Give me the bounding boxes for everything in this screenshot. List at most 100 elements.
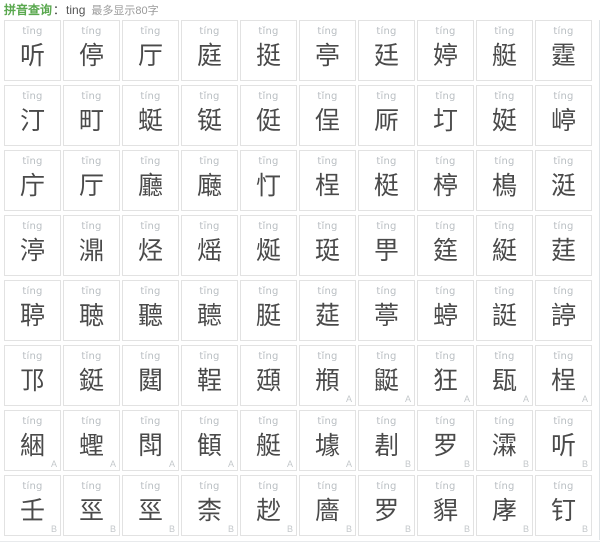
character-cell[interactable]: tǐng 珽 (299, 215, 356, 276)
character-cell[interactable]: tīng 閗 A (122, 410, 179, 471)
character-cell[interactable]: tíng 蟶 A (63, 410, 120, 471)
character-cell[interactable]: tīng 汀 (4, 85, 61, 146)
character-cell[interactable]: tǐng 艇 (476, 20, 533, 81)
character-cell[interactable]: tīng 听 B (535, 410, 592, 471)
character-cell[interactable]: tíng 蜓 (122, 85, 179, 146)
character-cell[interactable]: tíng 顀 A (181, 410, 238, 471)
cell-character: 熎 (196, 236, 222, 265)
cell-pinyin: tíng (553, 221, 574, 232)
character-cell[interactable]: tǐng 頩 A (299, 345, 356, 406)
character-cell[interactable]: tǐng 侱 (299, 85, 356, 146)
character-cell[interactable]: tǐng 侹 (240, 85, 297, 146)
character-cell[interactable]: tǐng 艇 A (240, 410, 297, 471)
character-cell[interactable]: tíng 諪 (535, 280, 592, 341)
character-cell[interactable]: tīng 廳 (122, 150, 179, 211)
character-cell[interactable]: tīng 涏 (535, 150, 592, 211)
character-cell[interactable]: tíng 綑 A (4, 410, 61, 471)
character-cell[interactable]: tǐng 铤 (181, 85, 238, 146)
character-cell[interactable]: tíng 閮 (122, 345, 179, 406)
character-cell[interactable]: tíng 樢 (476, 150, 533, 211)
character-cell[interactable]: tǐng 狂 A (417, 345, 474, 406)
character-cell[interactable]: tíng 楟 (417, 150, 474, 211)
character-cell[interactable]: tīng 桯 A (535, 345, 592, 406)
character-cell[interactable]: tíng 婷 (417, 20, 474, 81)
cell-character: 誔 (491, 301, 517, 330)
cell-character: 樢 (491, 171, 517, 200)
character-cell[interactable]: tīng 忊 (240, 150, 297, 211)
character-cell[interactable]: tíng 亭 (299, 20, 356, 81)
character-cell[interactable]: tíng 葶 (358, 280, 415, 341)
character-cell[interactable]: tíng 廧 B (299, 475, 356, 536)
cell-pinyin: tíng (376, 416, 397, 427)
character-cell[interactable]: tǐng 誔 (476, 280, 533, 341)
character-cell[interactable]: tǐng 烻 (240, 215, 297, 276)
cell-rarity-badge: B (581, 459, 588, 469)
character-cell[interactable]: tíng 巠 B (122, 475, 179, 536)
character-cell[interactable]: tíng 邒 (4, 345, 61, 406)
character-cell[interactable]: tīng 听 (4, 20, 61, 81)
character-cell[interactable]: tīng 聴 (63, 280, 120, 341)
character-cell[interactable]: tíng 罗 B (417, 410, 474, 471)
character-cell[interactable]: tīng 聽 (122, 280, 179, 341)
character-cell[interactable]: tíng 巠 B (63, 475, 120, 536)
character-cell[interactable]: tíng 筳 (417, 215, 474, 276)
character-cell[interactable]: tīng 桯 (299, 150, 356, 211)
cell-pinyin: tíng (494, 156, 515, 167)
cell-character: 綑 (19, 431, 45, 460)
character-cell[interactable]: tǐng 圢 (417, 85, 474, 146)
character-cell[interactable]: tǐng 挺 (240, 20, 297, 81)
cell-character: 铤 (196, 106, 222, 135)
character-cell[interactable]: tīng 壉 A (299, 410, 356, 471)
footer-divider (0, 541, 600, 542)
character-cell[interactable]: tīng 甼 (358, 215, 415, 276)
cell-pinyin: tǐng (376, 351, 397, 362)
character-cell[interactable]: tīng 厅 (63, 150, 120, 211)
character-cell[interactable]: tǐng 脡 (240, 280, 297, 341)
character-cell[interactable]: tíng 剨 B (358, 410, 415, 471)
character-cell[interactable]: tīng 綎 (476, 215, 533, 276)
character-cell[interactable]: tǐng 鼮 A (358, 345, 415, 406)
character-cell[interactable]: tíng 廷 (358, 20, 415, 81)
character-cell[interactable]: tíng 庭 (181, 20, 238, 81)
character-cell[interactable]: tǐng 濎 (63, 215, 120, 276)
cell-pinyin: tǐng (317, 351, 338, 362)
character-cell[interactable]: tīng 熎 (181, 215, 238, 276)
character-cell[interactable]: tǐng 鋌 (63, 345, 120, 406)
cell-pinyin: tíng (376, 481, 397, 492)
character-cell[interactable]: tǐng 頲 (240, 345, 297, 406)
character-cell[interactable]: tíng 嵉 (535, 85, 592, 146)
character-cell[interactable]: tīng 庁 (4, 150, 61, 211)
character-cell[interactable]: tīng 廰 (181, 150, 238, 211)
character-cell[interactable]: tíng 庨 B (476, 475, 533, 536)
character-cell[interactable]: tíng 停 (63, 20, 120, 81)
character-cell[interactable]: tīng 厅 (122, 20, 179, 81)
character-cell[interactable]: tíng 聤 (4, 280, 61, 341)
cell-character: 罗 (373, 496, 399, 525)
character-cell[interactable]: tǐng 梃 (358, 150, 415, 211)
character-cell[interactable]: tǐng 娗 (476, 85, 533, 146)
character-cell[interactable]: tīng 町 (63, 85, 120, 146)
character-cell[interactable]: tíng 柰 B (181, 475, 238, 536)
character-cell[interactable]: tíng 罗 B (358, 475, 415, 536)
character-cell[interactable]: tíng 壬 B (4, 475, 61, 536)
character-cell[interactable]: tǐng 瓺 A (476, 345, 533, 406)
character-cell[interactable]: tíng 蝏 (417, 280, 474, 341)
character-cell[interactable]: tíng 貋 B (417, 475, 474, 536)
cell-pinyin: tīng (376, 91, 397, 102)
character-cell[interactable]: tíng 钉 B (535, 475, 592, 536)
cell-character: 邒 (19, 366, 45, 395)
character-cell[interactable]: tíng 赻 B (240, 475, 297, 536)
character-cell[interactable]: tíng 渟 (4, 215, 61, 276)
cell-pinyin: tīng (199, 286, 220, 297)
cell-pinyin: tīng (553, 351, 574, 362)
cell-character: 艇 (255, 431, 281, 460)
character-cell[interactable]: tíng 莛 (535, 215, 592, 276)
character-cell[interactable]: tīng 鞓 (181, 345, 238, 406)
character-cell[interactable]: tíng 莚 (299, 280, 356, 341)
character-cell[interactable]: tíng 霆 (535, 20, 592, 81)
character-cell[interactable]: tīng 厛 (358, 85, 415, 146)
character-cell[interactable]: tīng 聼 (181, 280, 238, 341)
character-cell[interactable]: tīng 烃 (122, 215, 179, 276)
character-cell[interactable]: tíng 瀮 B (476, 410, 533, 471)
cell-character: 顀 (196, 431, 222, 460)
